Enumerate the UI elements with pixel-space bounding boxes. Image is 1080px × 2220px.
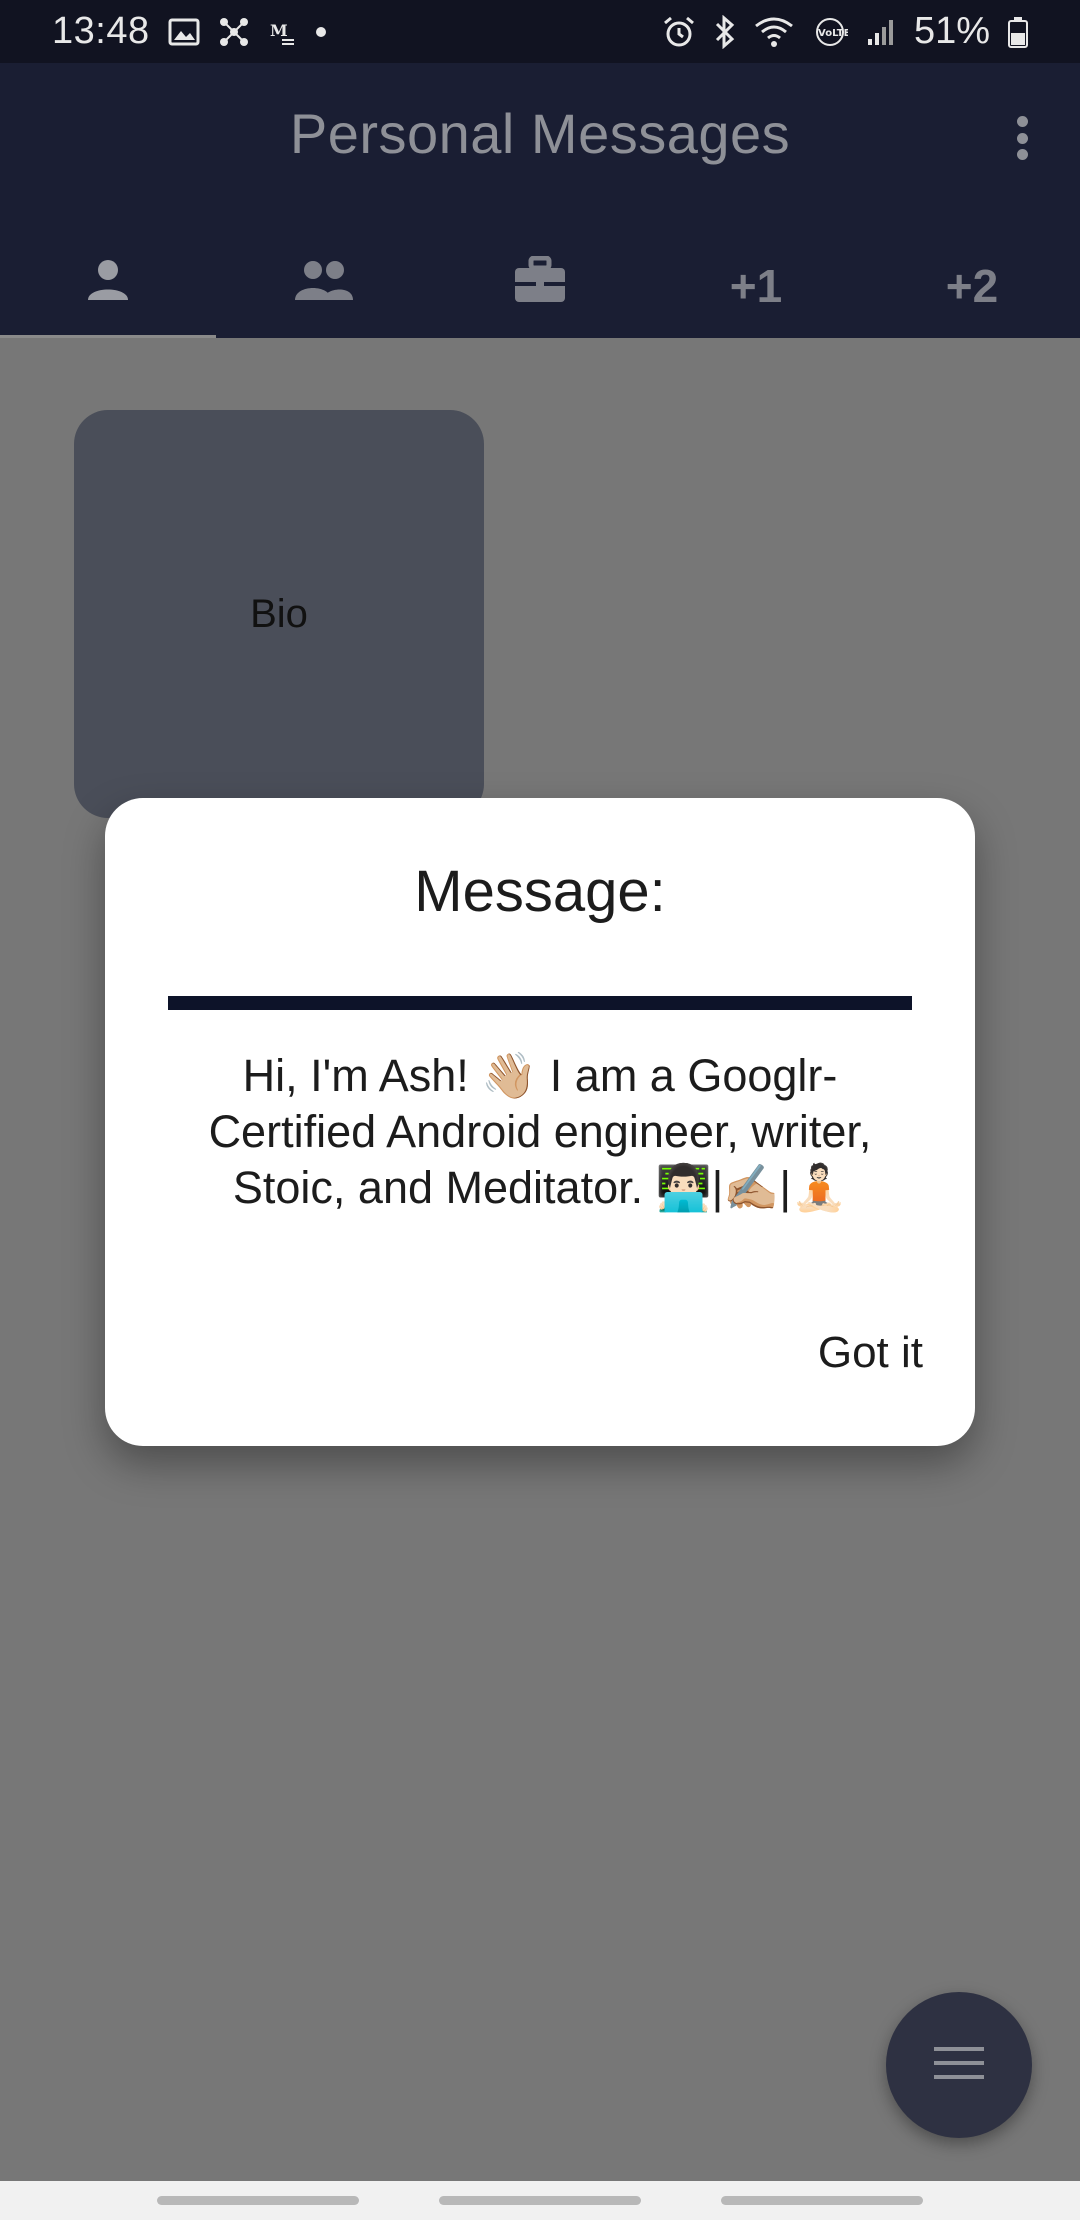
tab-plus-1[interactable]: +1 — [648, 233, 864, 338]
dialog-title: Message: — [414, 859, 666, 924]
app-bar: Personal Messages +1 +2 — [0, 63, 1080, 341]
battery-percent: 51% — [913, 10, 990, 52]
tab-plus-2-label: +2 — [945, 259, 999, 312]
nav-back-button[interactable] — [721, 2196, 923, 2205]
more-vert-icon — [1016, 116, 1028, 127]
svg-text:M: M — [270, 21, 288, 40]
dot-icon — [314, 25, 328, 39]
bluetooth-icon — [714, 14, 736, 49]
tab-plus-1-label: +1 — [729, 259, 783, 312]
overflow-menu-button[interactable] — [1002, 108, 1042, 168]
bio-card-label: Bio — [250, 591, 308, 636]
bio-card[interactable]: Bio — [74, 410, 484, 818]
medium-icon: M — [268, 18, 296, 46]
tab-group[interactable] — [216, 233, 432, 338]
page-title: Personal Messages — [289, 102, 791, 165]
got-it-button[interactable]: Got it — [818, 1328, 923, 1378]
dialog-divider — [168, 996, 912, 1010]
person-icon — [84, 256, 132, 315]
tab-personal[interactable] — [0, 233, 216, 341]
image-icon — [168, 17, 200, 47]
svg-text:VoLTE: VoLTE — [818, 28, 848, 39]
status-time: 13:48 — [52, 10, 150, 52]
tab-work[interactable] — [432, 233, 648, 338]
status-left: 13:48 M — [52, 10, 328, 53]
status-bar: 13:48 M VoLTE 51% — [0, 0, 1080, 63]
people-icon — [293, 258, 355, 313]
tab-plus-2[interactable]: +2 — [864, 233, 1080, 338]
tab-bar: +1 +2 — [0, 233, 1080, 341]
alarm-icon — [662, 15, 696, 49]
status-right: VoLTE 51% — [662, 10, 1028, 53]
wifi-icon — [754, 16, 794, 48]
dialog-message: Hi, I'm Ash! 👋🏼 I am a Googlr-Certified … — [208, 1050, 872, 1213]
signal-icon — [866, 17, 896, 47]
briefcase-icon — [513, 255, 567, 315]
battery-icon — [1008, 16, 1028, 48]
menu-fab[interactable] — [886, 1992, 1032, 2138]
volte-icon: VoLTE — [812, 16, 848, 48]
system-nav-bar — [0, 2181, 1080, 2220]
app-screen: 13:48 M VoLTE 51% Personal Messages +1 +… — [0, 0, 1080, 2220]
menu-icon — [934, 2045, 984, 2086]
network-hub-icon — [218, 16, 250, 48]
nav-home-button[interactable] — [439, 2196, 641, 2205]
message-dialog: Message: Hi, I'm Ash! 👋🏼 I am a Googlr-C… — [105, 798, 975, 1446]
nav-recents-button[interactable] — [157, 2196, 359, 2205]
